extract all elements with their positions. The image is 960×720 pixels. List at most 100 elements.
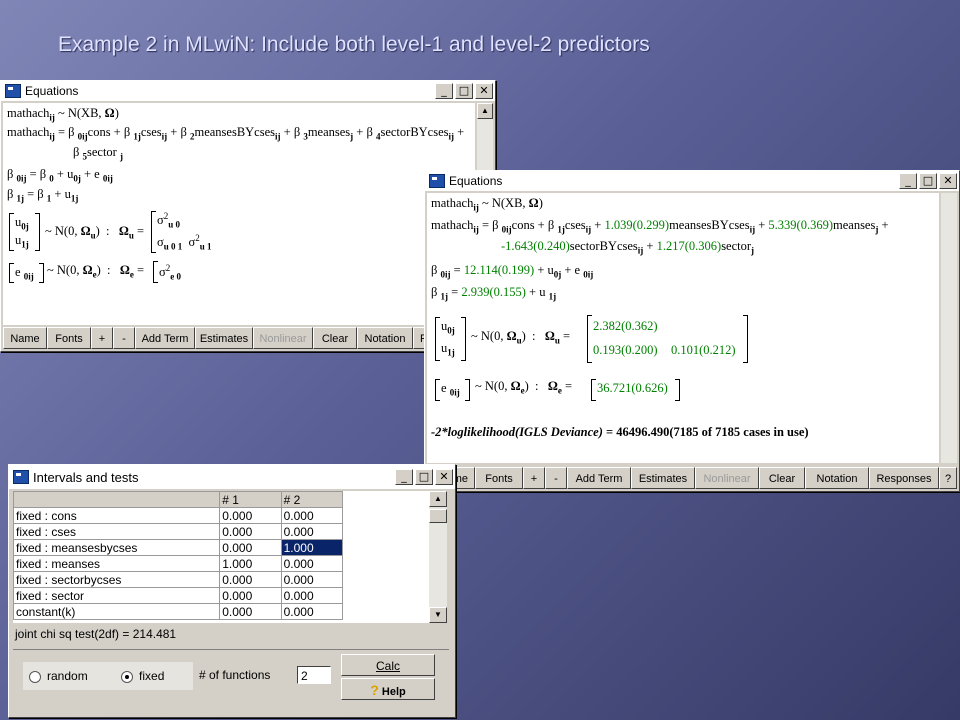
row-label: fixed : meansesbycses: [13, 539, 221, 556]
nonlinear-button[interactable]: Nonlinear: [695, 467, 759, 489]
help-button[interactable]: ?: [939, 467, 957, 489]
table-cell[interactable]: 0.000: [219, 507, 282, 524]
var-u1: 0.101(0.212): [671, 343, 736, 357]
fixed-part-line: mathachij = β 0ijcons + β 1jcsesij + β 2…: [7, 125, 465, 142]
responses-button[interactable]: Responses: [869, 467, 939, 489]
table-cell[interactable]: 0.000: [280, 571, 344, 588]
functions-count-input[interactable]: 2: [297, 666, 331, 684]
slide-title: Example 2 in MLwiN: Include both level-1…: [58, 33, 650, 56]
estimates-button[interactable]: Estimates: [631, 467, 695, 489]
deviance-label: -2*loglikelihood(IGLS Deviance): [431, 425, 603, 439]
column-header[interactable]: # 2: [280, 491, 344, 508]
close-button[interactable]: ✕: [939, 173, 957, 189]
matrix-bracket-right: [461, 317, 466, 361]
column-header[interactable]: # 1: [219, 491, 282, 508]
response-line: mathachij ~ N(XB, Ω): [431, 196, 543, 213]
help-button[interactable]: ? Help: [341, 678, 435, 700]
beta1-line: β 1j = 2.939(0.155) + u 1j: [431, 285, 557, 302]
vertical-scrollbar[interactable]: [941, 193, 957, 463]
table-scrollbar[interactable]: ▲ ▼: [429, 491, 447, 623]
equation-display[interactable]: mathachij ~ N(XB, Ω) mathachij = β 0ijco…: [3, 103, 475, 325]
table-cell[interactable]: 0.000: [280, 507, 344, 524]
clear-button[interactable]: Clear: [313, 327, 357, 349]
estimates-button[interactable]: Estimates: [195, 327, 253, 349]
cov-u01: 0.193(0.200): [593, 343, 658, 357]
table-row: fixed : cons 0.000 0.000: [13, 507, 344, 524]
nonlinear-button[interactable]: Nonlinear: [253, 327, 313, 349]
scroll-up-icon[interactable]: ▲: [429, 491, 447, 507]
calc-button[interactable]: Calc: [341, 654, 435, 676]
fixed-radio-icon[interactable]: [121, 670, 134, 683]
maximize-button[interactable]: □: [455, 83, 473, 99]
minus-button[interactable]: -: [545, 467, 567, 489]
table-cell[interactable]: 0.000: [219, 523, 282, 540]
app-icon: [5, 84, 21, 98]
selected-cell[interactable]: 1.000: [280, 539, 344, 556]
deviance-line: -2*loglikelihood(IGLS Deviance) = 46496.…: [431, 425, 809, 440]
plus-button[interactable]: +: [523, 467, 545, 489]
table-cell[interactable]: 0.000: [219, 587, 282, 604]
random-radio-label[interactable]: random: [47, 669, 88, 683]
clear-button[interactable]: Clear: [759, 467, 805, 489]
row-label: fixed : cons: [13, 507, 221, 524]
plus-button[interactable]: +: [91, 327, 113, 349]
table-cell[interactable]: 0.000: [219, 603, 282, 620]
notation-button[interactable]: Notation: [357, 327, 413, 349]
omega-u-bracket: [587, 315, 592, 363]
table-row: fixed : meanses 1.000 0.000: [13, 555, 344, 572]
add-term-button[interactable]: Add Term: [135, 327, 195, 349]
window-titlebar[interactable]: Equations _ □ ✕: [425, 171, 959, 191]
fixed-radio-label[interactable]: fixed: [139, 669, 164, 683]
table-cell[interactable]: 0.000: [280, 523, 344, 540]
minus-button[interactable]: -: [113, 327, 135, 349]
table-cell[interactable]: 0.000: [219, 539, 282, 556]
beta0-line: β 0ij = 12.114(0.199) + u0j + e 0ij: [431, 263, 594, 280]
maximize-button[interactable]: □: [919, 173, 937, 189]
close-button[interactable]: ✕: [475, 83, 493, 99]
table-cell[interactable]: 0.000: [280, 587, 344, 604]
notation-button[interactable]: Notation: [805, 467, 869, 489]
table-cell[interactable]: 0.000: [280, 603, 344, 620]
table-row: fixed : sectorbycses 0.000 0.000: [13, 571, 344, 588]
scroll-up-icon[interactable]: ▲: [477, 103, 493, 119]
row-label: fixed : cses: [13, 523, 221, 540]
omega-u-bracket-right: [743, 315, 748, 363]
column-header: [13, 491, 221, 508]
row-label: fixed : sectorbycses: [13, 571, 221, 588]
results-grid[interactable]: # 1 # 2 fixed : cons 0.000 0.000 fixed :…: [13, 491, 431, 623]
minimize-button[interactable]: _: [899, 173, 917, 189]
table-cell[interactable]: 0.000: [280, 555, 344, 572]
table-cell[interactable]: 1.000: [219, 555, 282, 572]
minimize-button[interactable]: _: [395, 469, 413, 485]
e0-symbol: e 0ij: [441, 381, 460, 398]
sigma-u0: σ2u 0: [157, 211, 181, 230]
add-term-button[interactable]: Add Term: [567, 467, 631, 489]
omega-e-bracket: [591, 379, 596, 401]
fonts-button[interactable]: Fonts: [47, 327, 91, 349]
scroll-thumb[interactable]: [429, 509, 447, 523]
scroll-down-icon[interactable]: ▼: [429, 607, 447, 623]
maximize-button[interactable]: □: [415, 469, 433, 485]
app-icon: [13, 470, 29, 484]
row-label: fixed : meanses: [13, 555, 221, 572]
equation-display[interactable]: mathachij ~ N(XB, Ω) mathachij = β 0ijco…: [427, 193, 939, 463]
fonts-button[interactable]: Fonts: [475, 467, 523, 489]
e-distribution: ~ N(0, Ωe) : Ωe =: [47, 263, 145, 280]
table-cell[interactable]: 0.000: [219, 571, 282, 588]
name-button[interactable]: Name: [3, 327, 47, 349]
window-titlebar[interactable]: Intervals and tests _ □ ✕: [9, 465, 455, 489]
coef-meanses: 5.339(0.369): [768, 218, 833, 232]
table-row: fixed : sector 0.000 0.000: [13, 587, 344, 604]
u1-symbol: u1j: [441, 341, 455, 358]
omega-e-bracket-right: [675, 379, 680, 401]
random-radio-icon[interactable]: [29, 670, 41, 683]
app-icon: [429, 174, 445, 188]
row-label: constant(k): [13, 603, 221, 620]
calc-label: Calc: [375, 659, 400, 673]
window-titlebar[interactable]: Equations _ □ ✕: [1, 81, 495, 101]
sigma-u01: σu 0 1 σ2u 1: [157, 233, 212, 252]
e0-symbol: e 0ij: [15, 265, 34, 282]
beta0-line: β 0ij = β 0 + u0j + e 0ij: [7, 167, 113, 184]
minimize-button[interactable]: _: [435, 83, 453, 99]
close-button[interactable]: ✕: [435, 469, 453, 485]
